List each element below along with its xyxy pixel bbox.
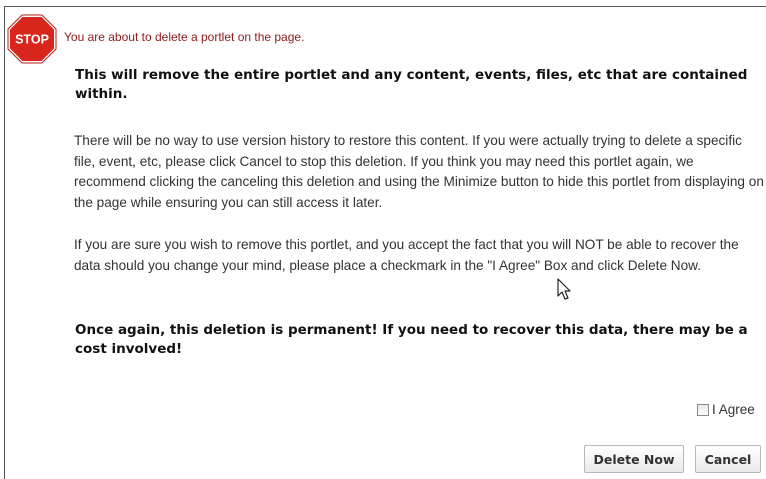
stop-sign-label: STOP bbox=[15, 33, 49, 47]
bold-warning-removal: This will remove the entire portlet and … bbox=[75, 67, 748, 102]
cancel-button[interactable]: Cancel bbox=[695, 445, 761, 473]
agree-label[interactable]: I Agree bbox=[712, 402, 755, 417]
paragraph-no-restore: There will be no way to use version hist… bbox=[74, 133, 764, 210]
stop-sign-icon: STOP bbox=[7, 14, 57, 64]
bold-warning-permanent: Once again, this deletion is permanent! … bbox=[75, 322, 748, 357]
paragraph-confirm-instructions: If you are sure you wish to remove this … bbox=[74, 237, 739, 273]
mouse-pointer-icon bbox=[557, 278, 571, 300]
agree-checkbox-group[interactable]: I Agree bbox=[697, 402, 755, 417]
warning-title: You are about to delete a portlet on the… bbox=[64, 30, 305, 44]
agree-checkbox[interactable] bbox=[697, 403, 709, 416]
delete-now-button[interactable]: Delete Now bbox=[584, 445, 684, 473]
